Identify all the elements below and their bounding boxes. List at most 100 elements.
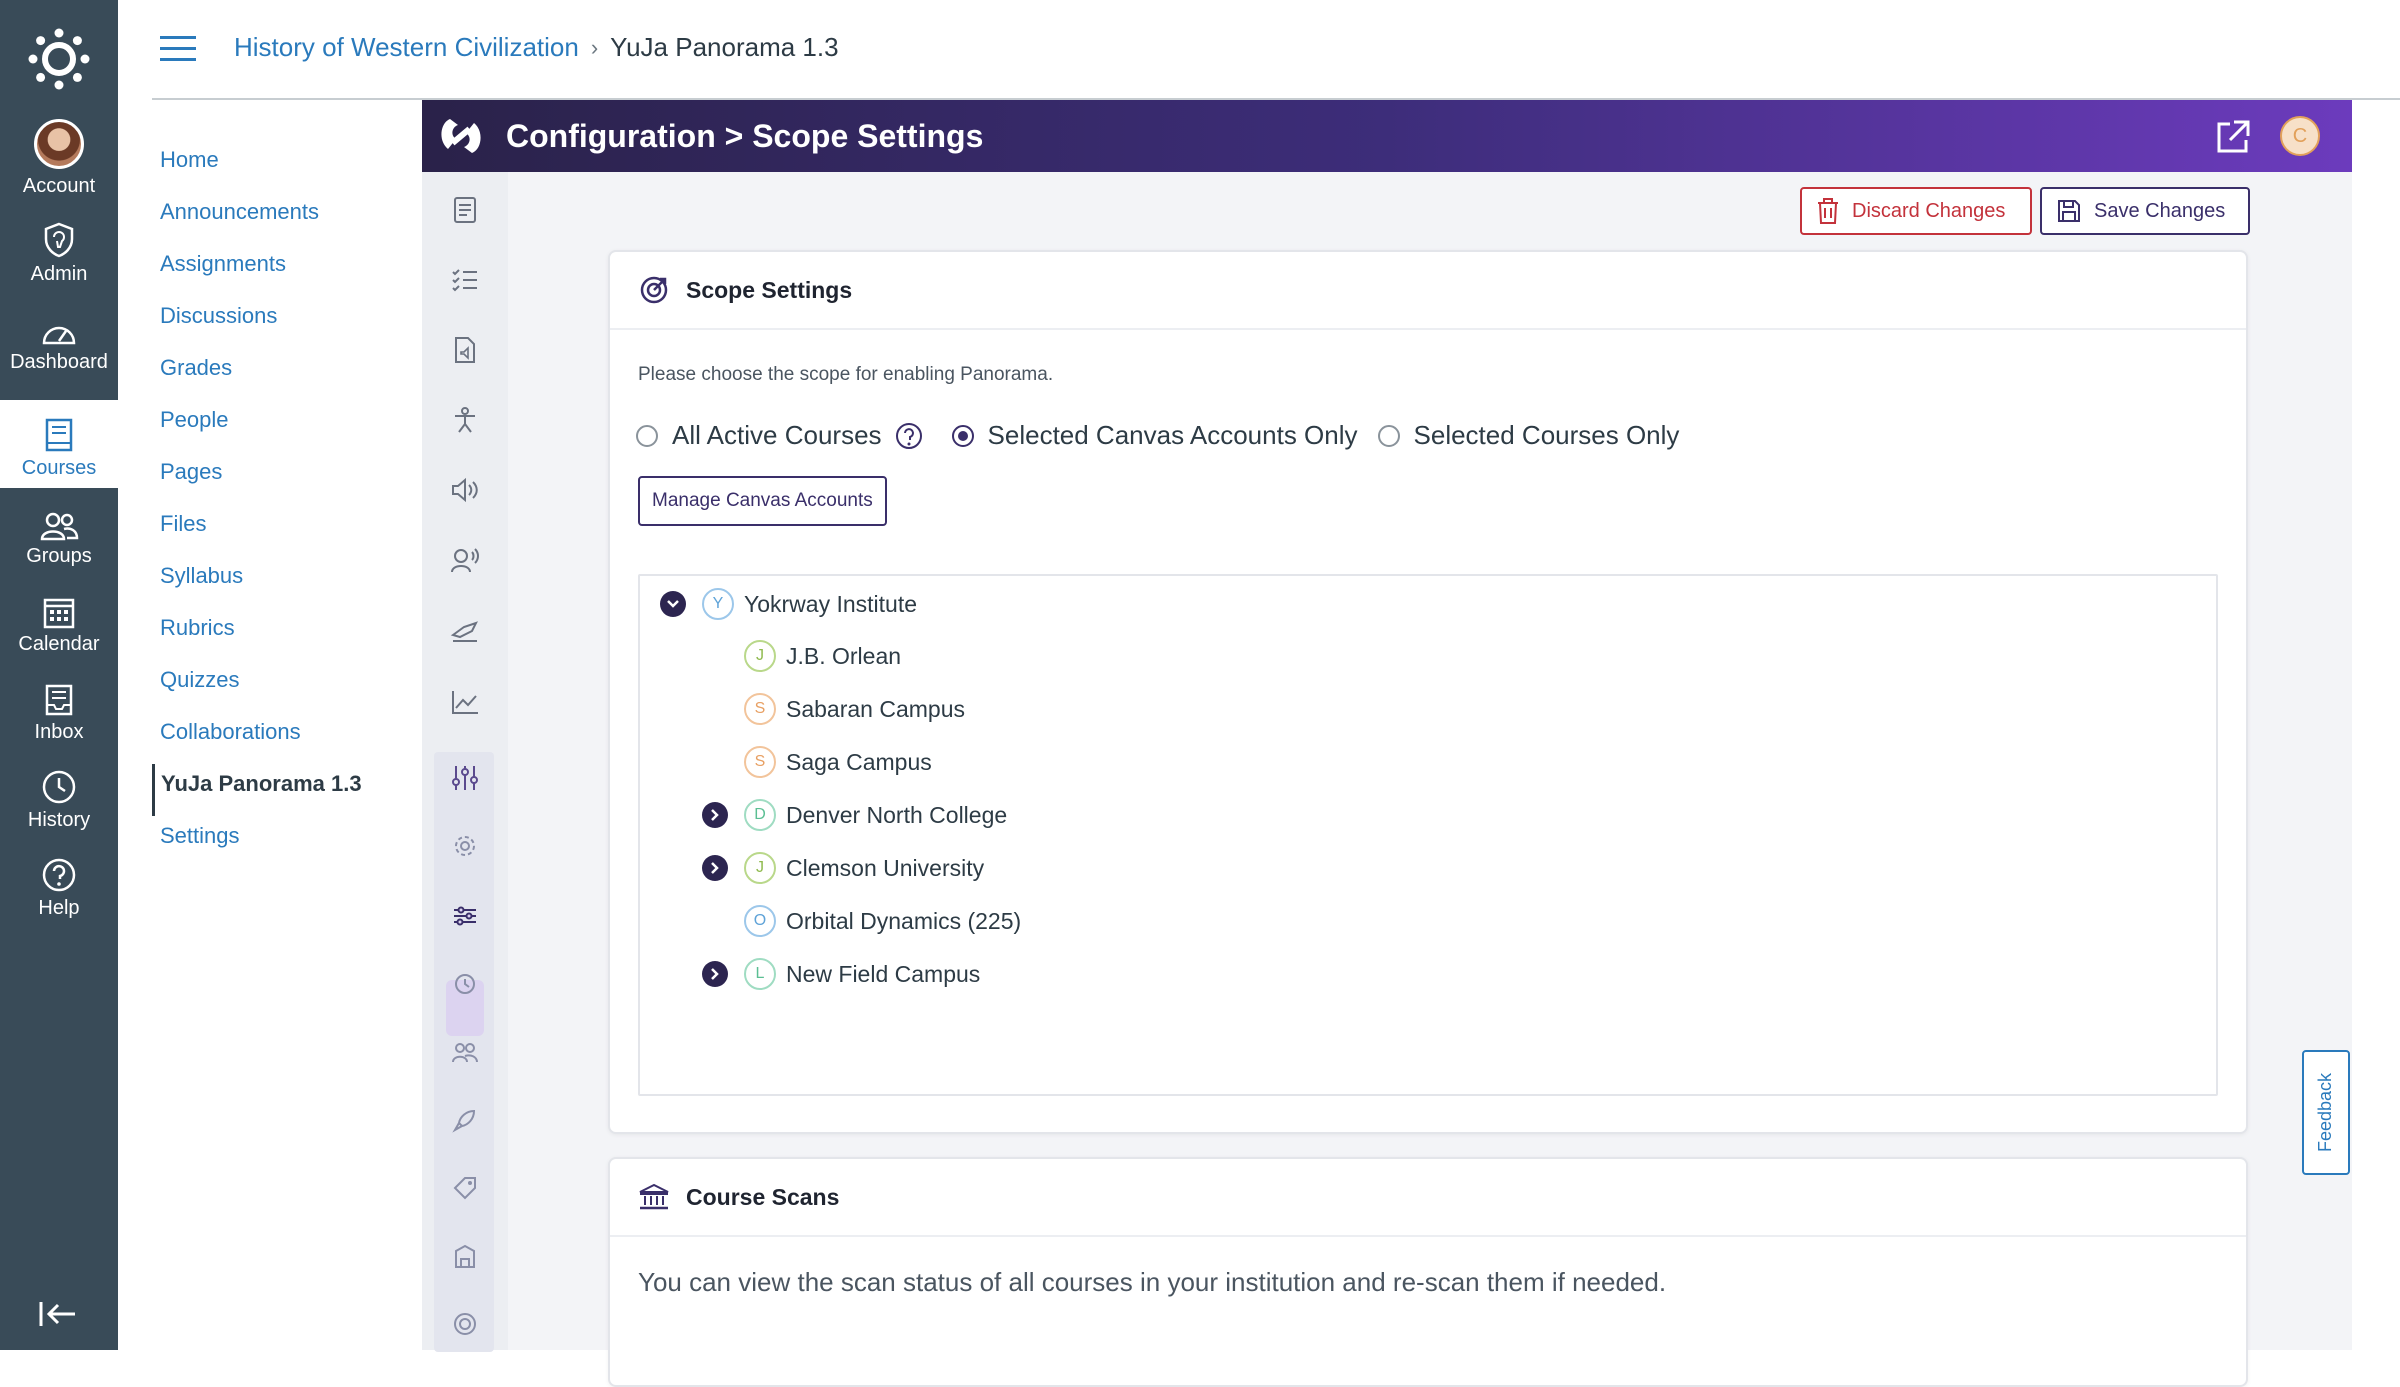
nav-dashboard-label: Dashboard bbox=[10, 351, 108, 373]
tree-node[interactable]: D Denver North College bbox=[702, 795, 1007, 835]
tree-node[interactable]: J Clemson University bbox=[702, 848, 984, 888]
expand-toggle-icon[interactable] bbox=[702, 802, 728, 828]
account-badge: O bbox=[744, 905, 776, 937]
nav-inbox[interactable]: Inbox bbox=[0, 664, 118, 752]
course-nav-syllabus[interactable]: Syllabus bbox=[152, 556, 422, 608]
voice-icon[interactable] bbox=[447, 542, 483, 578]
tool-header: Configuration > Scope Settings C bbox=[422, 100, 2352, 172]
target-icon[interactable] bbox=[447, 1306, 483, 1342]
nav-help[interactable]: Help bbox=[0, 840, 118, 928]
tool-main: Discard Changes Save Changes Scope Setti… bbox=[508, 172, 2352, 1387]
breadcrumb: History of Western Civilization › YuJa P… bbox=[234, 32, 839, 63]
nav-admin[interactable]: Admin bbox=[0, 206, 118, 294]
radio-selected-courses[interactable]: Selected Courses Only bbox=[1377, 420, 1680, 451]
radio-indicator[interactable] bbox=[951, 424, 974, 447]
course-nav-settings[interactable]: Settings bbox=[152, 816, 422, 868]
inbox-icon bbox=[45, 684, 73, 716]
users-icon[interactable] bbox=[447, 1034, 483, 1070]
collapse-toggle-icon[interactable] bbox=[660, 591, 686, 617]
checklist-icon[interactable] bbox=[447, 262, 483, 298]
analytics-chart-icon[interactable] bbox=[447, 684, 483, 720]
launch-icon[interactable] bbox=[447, 612, 483, 648]
open-external-icon[interactable] bbox=[2214, 118, 2252, 156]
nav-account[interactable]: Account bbox=[0, 118, 118, 206]
nav-admin-label: Admin bbox=[30, 263, 88, 285]
rocket-icon[interactable] bbox=[447, 1102, 483, 1138]
scope-settings-header: Scope Settings bbox=[610, 252, 2246, 330]
breadcrumb-course-link[interactable]: History of Western Civilization bbox=[234, 32, 579, 63]
radio-indicator[interactable] bbox=[1377, 424, 1400, 447]
book-icon bbox=[45, 418, 73, 452]
audio-file-icon[interactable] bbox=[447, 332, 483, 368]
collapse-nav-icon[interactable] bbox=[38, 1300, 78, 1328]
nav-groups[interactable]: Groups bbox=[0, 488, 118, 576]
tree-node[interactable]: L New Field Campus bbox=[702, 954, 980, 994]
course-nav-assignments[interactable]: Assignments bbox=[152, 244, 422, 296]
global-nav: Account Admin Dashboard Courses Groups C… bbox=[0, 0, 118, 1350]
canvas-logo-icon[interactable] bbox=[0, 0, 118, 118]
tree-node[interactable]: O Orbital Dynamics (225) bbox=[744, 901, 1021, 941]
course-nav-pages[interactable]: Pages bbox=[152, 452, 422, 504]
tree-node-label: Sabaran Campus bbox=[786, 695, 965, 722]
trash-icon bbox=[1818, 198, 1838, 224]
account-badge: J bbox=[744, 852, 776, 884]
course-nav-collaborations[interactable]: Collaborations bbox=[152, 712, 422, 764]
course-nav-people[interactable]: People bbox=[152, 400, 422, 452]
scope-settings-icon[interactable] bbox=[447, 898, 483, 934]
course-nav-home[interactable]: Home bbox=[152, 140, 422, 192]
nav-account-label: Account bbox=[22, 175, 96, 197]
radio-selected-canvas-accounts-label: Selected Canvas Accounts Only bbox=[987, 420, 1358, 450]
nav-calendar[interactable]: Calendar bbox=[0, 576, 118, 664]
course-nav-yuja-panorama[interactable]: YuJa Panorama 1.3 bbox=[152, 764, 422, 816]
course-nav-quizzes[interactable]: Quizzes bbox=[152, 660, 422, 712]
radio-selected-canvas-accounts[interactable]: Selected Canvas Accounts Only bbox=[951, 420, 1358, 451]
course-nav-rubrics[interactable]: Rubrics bbox=[152, 608, 422, 660]
radio-selected-courses-label: Selected Courses Only bbox=[1413, 420, 1680, 450]
course-nav: Home Announcements Assignments Discussio… bbox=[152, 140, 422, 868]
course-nav-grades[interactable]: Grades bbox=[152, 348, 422, 400]
course-nav-announcements[interactable]: Announcements bbox=[152, 192, 422, 244]
accounts-tree: Y Yokrway Institute J J.B. Orlean S Saba… bbox=[638, 574, 2218, 1096]
avatar bbox=[34, 119, 84, 169]
expand-toggle-icon[interactable] bbox=[702, 961, 728, 987]
integration-icon[interactable] bbox=[447, 966, 483, 1002]
breadcrumb-current: YuJa Panorama 1.3 bbox=[610, 32, 839, 62]
question-circle-icon[interactable] bbox=[894, 421, 924, 451]
settings-gear-icon[interactable] bbox=[447, 828, 483, 864]
clock-icon bbox=[42, 770, 76, 804]
nav-courses[interactable]: Courses bbox=[0, 400, 118, 488]
tree-node-label: Saga Campus bbox=[786, 748, 932, 775]
tree-node-label: New Field Campus bbox=[786, 960, 981, 987]
feedback-button[interactable]: Feedback bbox=[2302, 1050, 2350, 1175]
institution-icon[interactable] bbox=[447, 1238, 483, 1274]
tree-node-label: Yokrway Institute bbox=[744, 590, 918, 617]
tree-node[interactable]: S Saga Campus bbox=[744, 742, 932, 782]
save-changes-button[interactable]: Save Changes bbox=[2040, 187, 2250, 235]
tree-node-label: Orbital Dynamics (225) bbox=[786, 907, 1022, 934]
tag-icon[interactable] bbox=[447, 1170, 483, 1206]
nav-history[interactable]: History bbox=[0, 752, 118, 840]
shield-icon bbox=[44, 222, 74, 258]
course-nav-files[interactable]: Files bbox=[152, 504, 422, 556]
speaker-icon[interactable] bbox=[447, 472, 483, 508]
save-changes-label: Save Changes bbox=[2094, 199, 2226, 222]
reports-icon[interactable] bbox=[447, 192, 483, 228]
help-icon bbox=[42, 858, 76, 892]
expand-toggle-icon[interactable] bbox=[702, 855, 728, 881]
course-scans-header: Course Scans bbox=[610, 1159, 2246, 1237]
hamburger-menu-icon[interactable] bbox=[160, 36, 196, 64]
accessibility-icon[interactable] bbox=[447, 402, 483, 438]
tree-node[interactable]: J J.B. Orlean bbox=[744, 636, 901, 676]
discard-changes-button[interactable]: Discard Changes bbox=[1800, 187, 2032, 235]
radio-indicator[interactable] bbox=[636, 424, 658, 447]
radio-all-active-courses[interactable]: All Active Courses bbox=[636, 420, 882, 451]
manage-canvas-accounts-button[interactable]: Manage Canvas Accounts bbox=[638, 476, 887, 526]
nav-dashboard[interactable]: Dashboard bbox=[0, 294, 118, 382]
user-avatar[interactable]: C bbox=[2280, 116, 2320, 156]
course-nav-discussions[interactable]: Discussions bbox=[152, 296, 422, 348]
institution-icon bbox=[639, 1183, 669, 1210]
configuration-sliders-icon[interactable] bbox=[447, 760, 483, 796]
breadcrumb-separator: › bbox=[590, 34, 599, 60]
tree-node-root[interactable]: Y Yokrway Institute bbox=[660, 584, 917, 624]
tree-node[interactable]: S Sabaran Campus bbox=[744, 689, 965, 729]
